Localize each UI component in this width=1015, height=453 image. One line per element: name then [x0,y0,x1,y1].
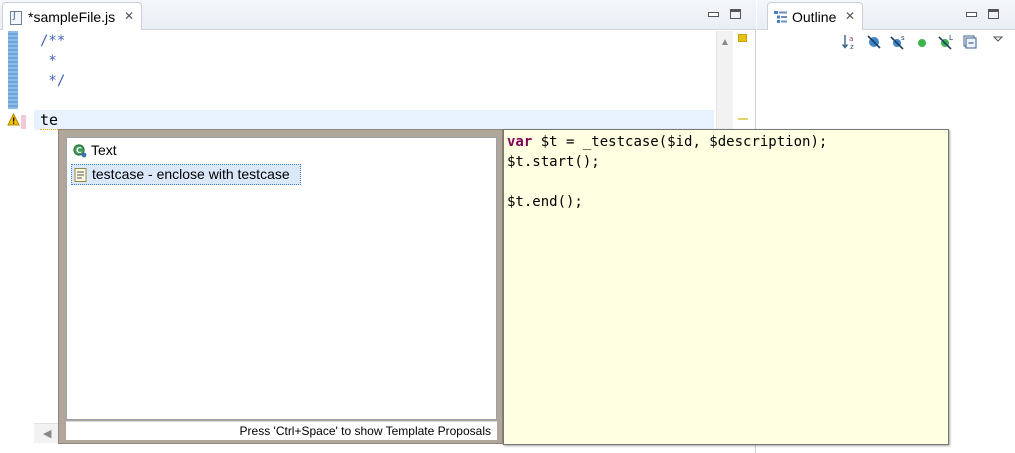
sort-alphabetically-icon[interactable]: a z [841,33,859,51]
info-line-2: $t.start(); [507,154,600,170]
code-line-5: te [40,110,59,130]
hide-fields-icon[interactable] [865,33,883,51]
code-line-1: /** [40,33,66,49]
proposal-item-text[interactable]: C Text [71,141,321,162]
hide-non-public-members-icon[interactable] [913,33,931,51]
proposal-label: testcase - enclose with testcase [92,166,290,182]
js-file-icon [10,11,22,25]
svg-text:L: L [949,34,953,42]
quick-diff-change-bar [8,31,18,109]
warning-icon[interactable] [7,113,20,126]
outline-icon [774,11,787,23]
svg-text:z: z [850,43,854,51]
proposal-item-testcase[interactable]: testcase - enclose with testcase [71,164,301,185]
content-assist-popup: C Text testcase - enclose with testcase … [58,129,503,444]
minimize-icon[interactable] [964,6,977,18]
collapse-all-icon[interactable] [961,33,979,51]
svg-text:s: s [901,34,905,42]
scroll-left-icon[interactable]: ◀ [43,427,51,440]
view-menu-icon[interactable] [989,33,1007,51]
editor-tab-samplefile[interactable]: *sampleFile.js ✕ [2,2,142,30]
code-line-3: */ [40,73,66,89]
code-line-2: * [40,53,57,69]
close-icon[interactable]: ✕ [845,9,855,23]
info-line-1: var $t = _testcase($id, $description); [507,132,827,152]
annotation-summary-icon[interactable] [738,34,747,42]
close-icon[interactable]: ✕ [124,9,134,23]
current-line-highlight [34,110,714,130]
editor-tab-bar: *sampleFile.js ✕ [0,0,756,30]
proposal-list[interactable]: C Text testcase - enclose with testcase [66,137,497,420]
maximize-icon[interactable] [730,9,741,19]
hide-local-types-icon[interactable]: L [937,33,955,51]
info-line-4: $t.end(); [507,194,583,210]
error-range-marker [21,115,26,129]
proposal-info-popup: var $t = _testcase($id, $description); $… [503,129,949,445]
minimize-icon[interactable] [706,6,719,18]
typed-text: te [40,111,59,130]
overview-marker[interactable] [738,118,748,120]
info-line-1-rest: $t = _testcase($id, $description); [532,134,828,150]
hide-static-members-icon[interactable]: s [889,33,907,51]
assist-status-bar[interactable]: Press 'Ctrl+Space' to show Template Prop… [66,421,497,440]
template-variable-icon: C [73,144,87,158]
maximize-icon[interactable] [988,9,999,19]
template-icon [74,168,88,182]
svg-text:C: C [76,146,82,155]
proposal-label: Text [91,142,117,158]
svg-text:a: a [849,35,853,43]
outline-tab-label: Outline [792,9,837,25]
outline-tab[interactable]: Outline ✕ [767,2,863,30]
keyword-token: var [507,134,533,150]
editor-tab-label: *sampleFile.js [28,9,116,25]
outline-toolbar: a z s L [841,33,1011,53]
scroll-up-icon[interactable]: ▲ [720,37,730,48]
outline-tab-bar: Outline ✕ [757,0,1015,30]
